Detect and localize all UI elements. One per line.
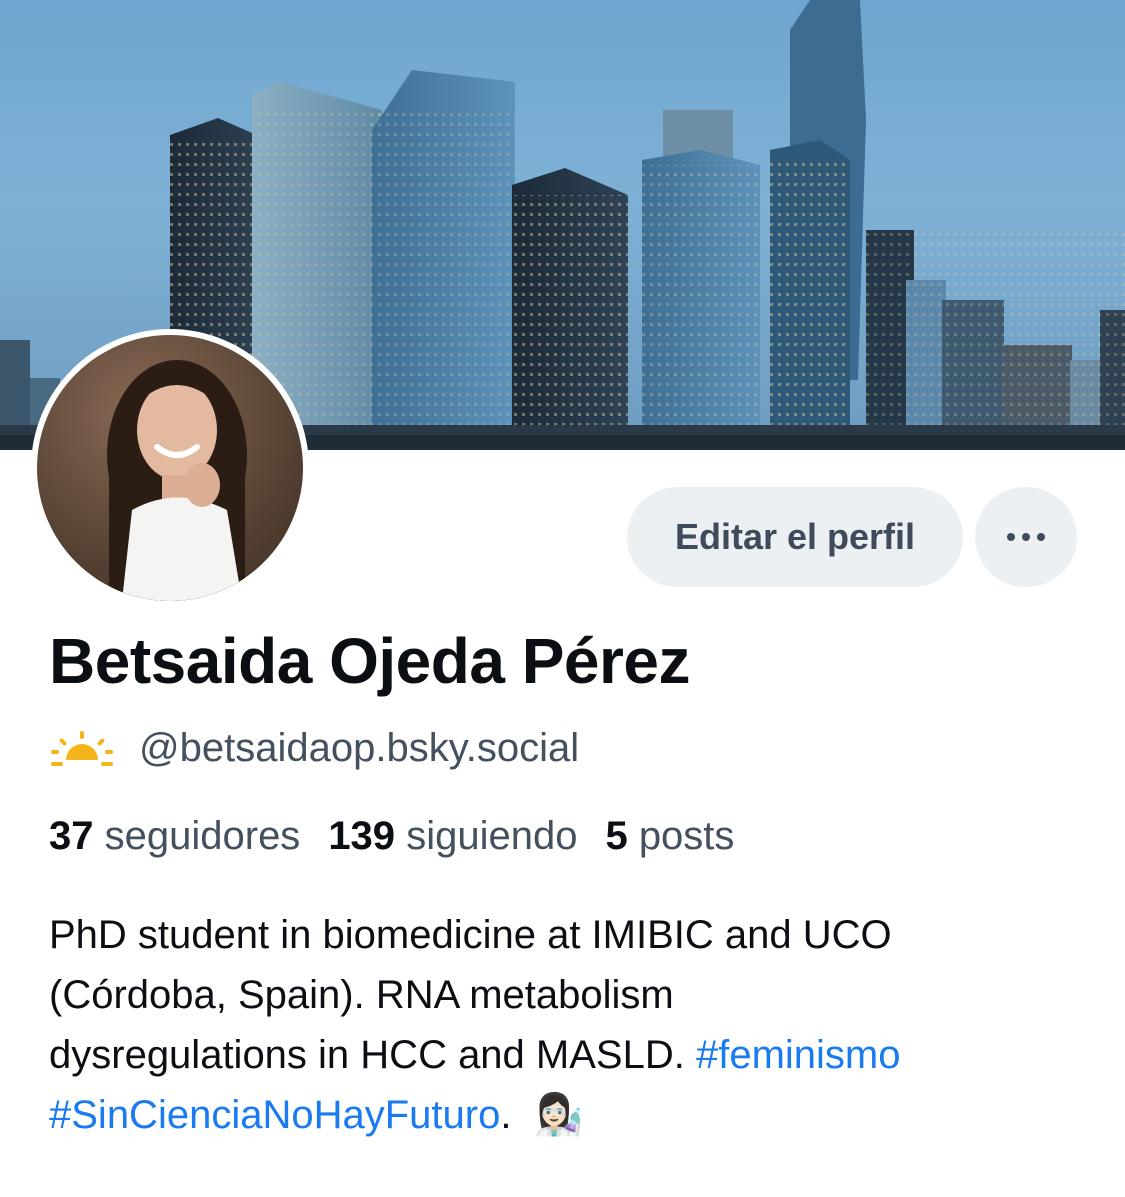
following-label: siguiendo <box>406 814 578 858</box>
bio-line-2: (Córdoba, Spain). RNA metabolism <box>49 973 674 1017</box>
more-options-button[interactable] <box>975 487 1077 587</box>
bio-period: . <box>500 1093 512 1137</box>
hashtag-sinciencianohayfuturo[interactable]: #SinCienciaNoHayFuturo <box>49 1093 500 1137</box>
hashtag-feminismo[interactable]: #feminismo <box>696 1033 901 1077</box>
following-stat[interactable]: 139 siguiendo <box>328 814 577 859</box>
following-count: 139 <box>328 814 396 858</box>
avatar-photo <box>37 335 303 601</box>
user-handle[interactable]: @betsaidaop.bsky.social <box>139 726 579 771</box>
followers-count: 37 <box>49 814 94 858</box>
posts-count: 5 <box>605 814 628 858</box>
followers-label: seguidores <box>104 814 301 858</box>
followers-stat[interactable]: 37 seguidores <box>49 814 300 859</box>
display-name: Betsaida Ojeda Pérez <box>49 625 690 697</box>
posts-label: posts <box>638 814 735 858</box>
handle-row: @betsaidaop.bsky.social <box>49 726 579 771</box>
bio-line-1: PhD student in biomedicine at IMIBIC and… <box>49 913 892 957</box>
sunrise-icon <box>51 730 113 766</box>
profile-stats: 37 seguidores 139 siguiendo 5 posts <box>49 814 762 859</box>
edit-profile-button[interactable]: Editar el perfil <box>627 487 963 587</box>
posts-stat: 5 posts <box>605 814 734 859</box>
avatar[interactable] <box>31 329 309 607</box>
bio-line-3: dysregulations in HCC and MASLD. #femini… <box>49 1025 1089 1085</box>
bio-line-3-text: dysregulations in HCC and MASLD. <box>49 1033 685 1077</box>
bio-line-4: #SinCienciaNoHayFuturo. 👩🏻‍🔬 <box>49 1085 1089 1145</box>
ellipsis-icon <box>1007 533 1045 541</box>
edit-profile-label: Editar el perfil <box>674 516 916 557</box>
scientist-emoji-icon: 👩🏻‍🔬 <box>533 1093 584 1137</box>
person-illustration <box>107 360 247 601</box>
profile-bio: PhD student in biomedicine at IMIBIC and… <box>49 905 1089 1145</box>
